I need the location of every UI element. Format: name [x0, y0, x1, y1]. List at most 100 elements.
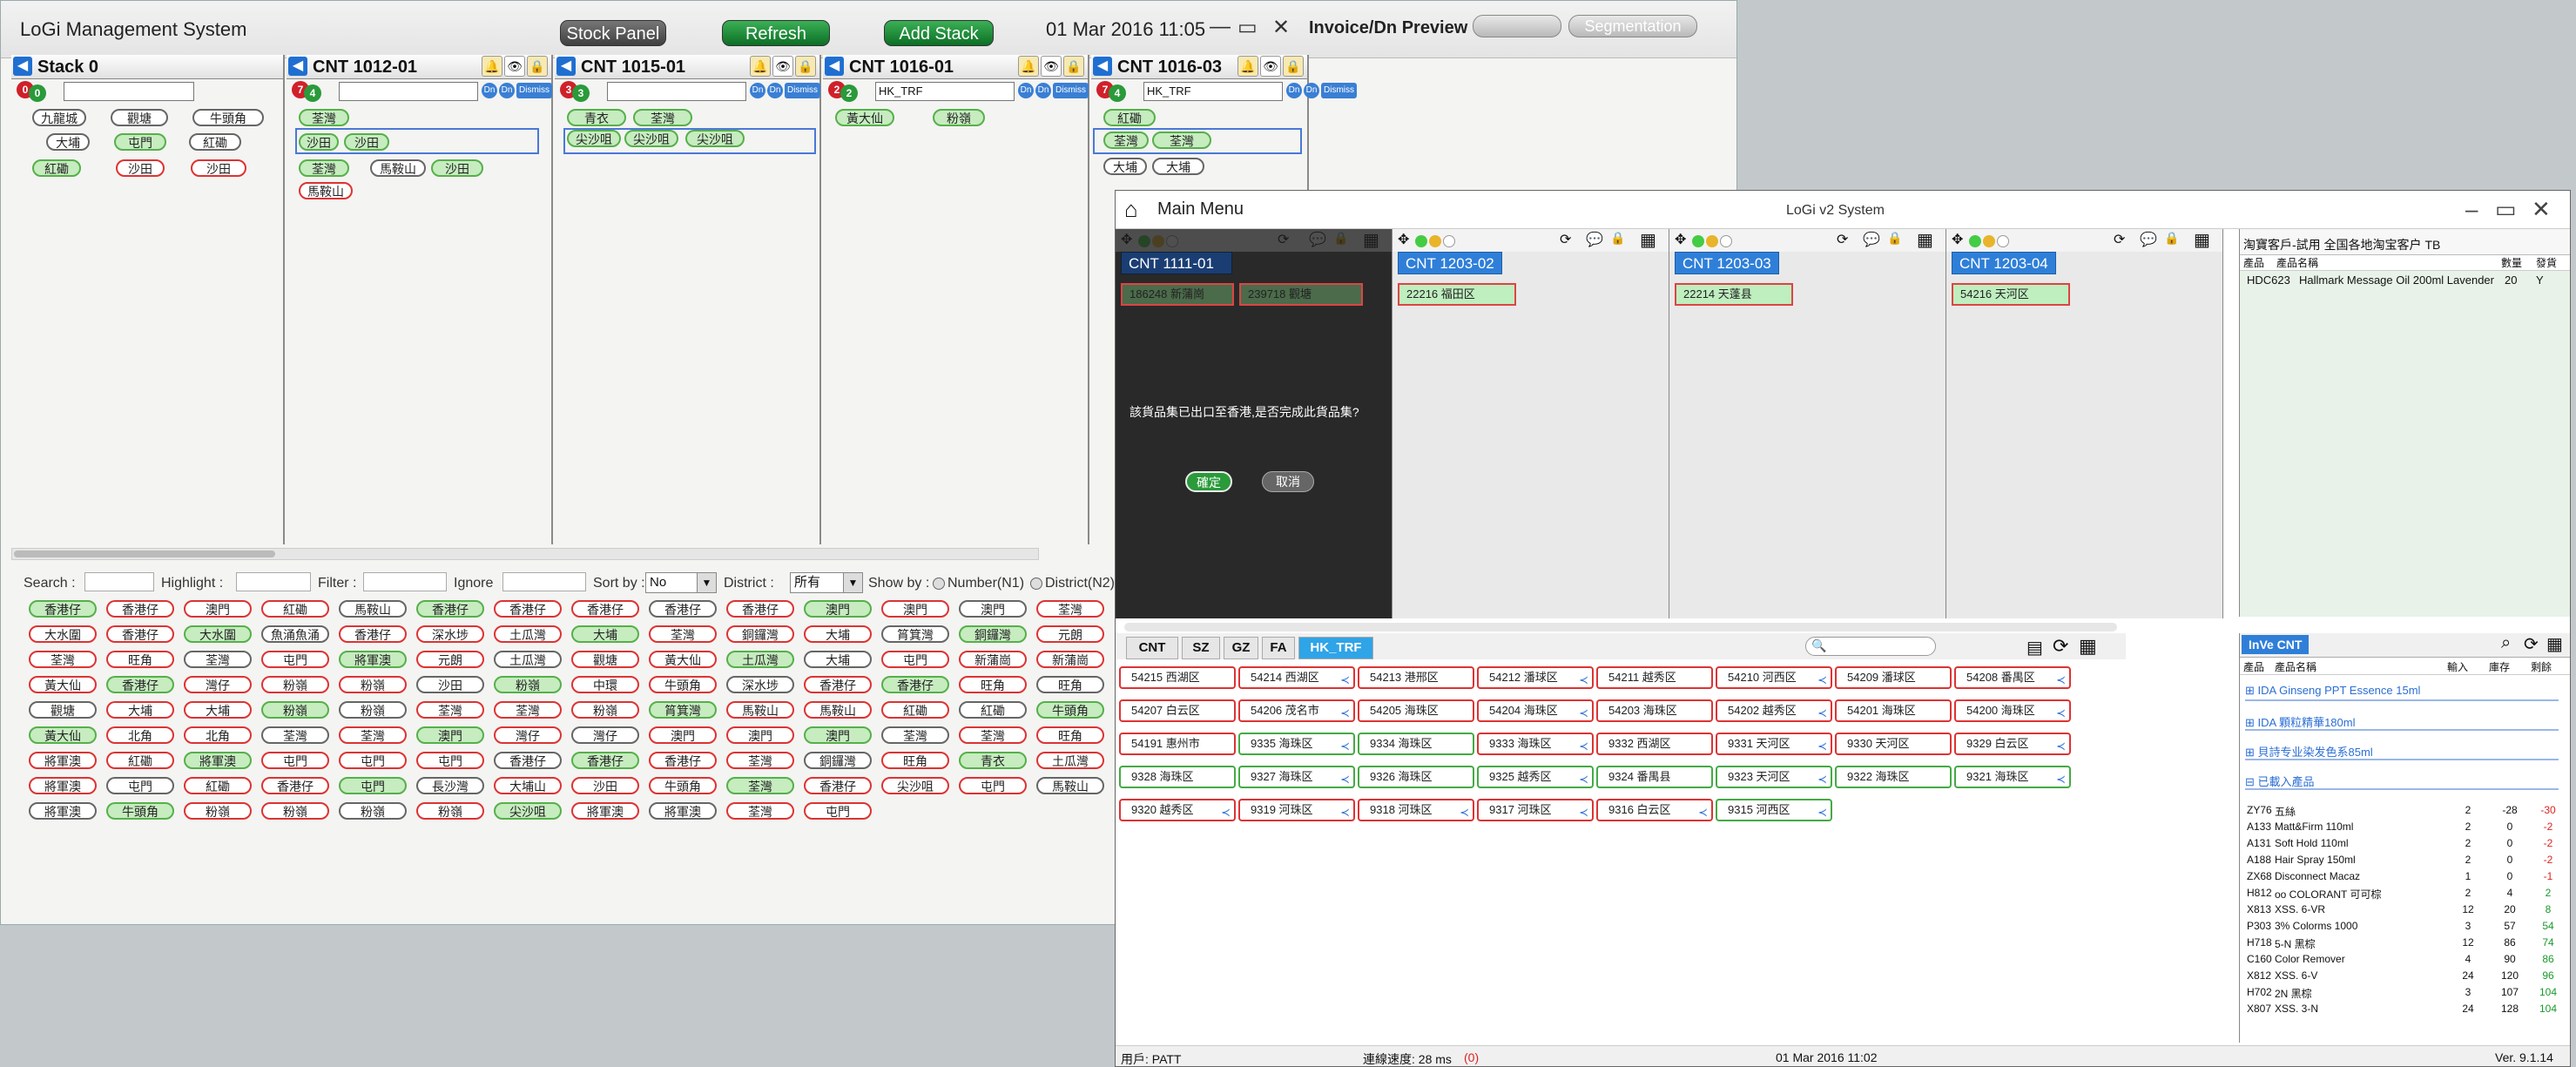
- refresh-icon[interactable]: ⟳: [1560, 231, 1571, 248]
- stack-filter-input[interactable]: HK_TRF: [1143, 82, 1283, 101]
- shipment-chip[interactable]: 屯門: [804, 802, 872, 820]
- shipment-chip[interactable]: 青衣: [959, 752, 1027, 769]
- shipment-chip[interactable]: 紅磡: [881, 701, 949, 719]
- share-icon[interactable]: ≺: [1221, 803, 1231, 822]
- district-cell[interactable]: 54202 越秀区 ≺: [1716, 699, 1832, 722]
- arrow-left-icon[interactable]: ◀: [556, 57, 576, 76]
- shipment-chip[interactable]: 筲箕灣: [881, 625, 949, 643]
- eye-icon[interactable]: 👁: [504, 56, 525, 77]
- stack-chip[interactable]: 九龍城: [32, 109, 86, 126]
- table-row[interactable]: A133 Matt&Firm 110ml 2 0 -2: [2240, 821, 2570, 836]
- product-group[interactable]: ⊞ 貝詩专业染发色系85ml: [2245, 741, 2559, 760]
- district-cell[interactable]: 54215 西湖区: [1119, 666, 1236, 689]
- shipment-chip[interactable]: 屯門: [881, 651, 949, 668]
- bell-icon[interactable]: 🔔: [1237, 56, 1258, 77]
- lock-icon[interactable]: 🔒: [1063, 56, 1084, 77]
- shipment-chip[interactable]: 屯門: [339, 777, 407, 794]
- shipment-chip[interactable]: 紅磡: [261, 600, 329, 618]
- number-radio[interactable]: Number(N1): [933, 576, 1024, 591]
- table-row[interactable]: H718 5-N 黑棕 12 86 74: [2240, 936, 2570, 952]
- district-select[interactable]: 所有 ▼: [790, 572, 863, 593]
- shipment-chip[interactable]: 灣仔: [184, 676, 252, 693]
- table-row[interactable]: X812 XSS. 6-V 24 120 96: [2240, 969, 2570, 985]
- tab-hk-trf[interactable]: HK_TRF: [1298, 637, 1373, 659]
- district-cell[interactable]: 9316 白云区 ≺: [1596, 799, 1713, 821]
- refresh-icon[interactable]: ⟳: [2053, 635, 2068, 658]
- district-cell[interactable]: 9324 番禺县: [1596, 766, 1713, 788]
- shipment-chip[interactable]: 屯門: [106, 777, 174, 794]
- search-input[interactable]: 🔍: [1805, 637, 1936, 656]
- share-icon[interactable]: ≺: [1579, 737, 1588, 756]
- shipment-chip[interactable]: 筲箕灣: [649, 701, 717, 719]
- shipment-chip[interactable]: 屯門: [339, 752, 407, 769]
- stack-chip[interactable]: 紅磡: [32, 159, 81, 177]
- stack-chip[interactable]: 粉嶺: [933, 109, 985, 126]
- district-cell[interactable]: 9317 河珠区 ≺: [1477, 799, 1594, 821]
- table-row[interactable]: A131 Soft Hold 110ml 2 0 -2: [2240, 837, 2570, 853]
- dn-icon[interactable]: Dn: [750, 83, 765, 98]
- shipment-chip[interactable]: 香港仔: [29, 600, 97, 618]
- stack-filter-input[interactable]: [607, 82, 746, 101]
- shipment-chip[interactable]: 旺角: [959, 676, 1027, 693]
- shipment-chip[interactable]: 澳門: [804, 600, 872, 618]
- lock-icon[interactable]: 🔒: [1610, 231, 1625, 246]
- shipment-chip[interactable]: 荃灣: [1036, 600, 1104, 618]
- share-icon[interactable]: ≺: [1579, 770, 1588, 789]
- shipment-chip[interactable]: 新蒲崗: [1036, 651, 1104, 668]
- shipment-chip[interactable]: 粉嶺: [416, 802, 484, 820]
- dn-icon[interactable]: Dn: [1018, 83, 1034, 98]
- shipment-chip[interactable]: 馬鞍山: [339, 600, 407, 618]
- district-cell[interactable]: 9332 西湖区: [1596, 733, 1713, 755]
- ignore-input[interactable]: [502, 572, 586, 591]
- district-cell[interactable]: 9325 越秀区 ≺: [1477, 766, 1594, 788]
- shipment-chip[interactable]: 尖沙咀: [881, 777, 949, 794]
- district-cell[interactable]: 9323 天河区 ≺: [1716, 766, 1832, 788]
- shipment-chip[interactable]: 將軍澳: [649, 802, 717, 820]
- share-icon[interactable]: ≺: [1460, 803, 1469, 822]
- shipment-chip[interactable]: 元朗: [1036, 625, 1104, 643]
- share-icon[interactable]: ≺: [1340, 737, 1350, 756]
- table-row[interactable]: P303 3% Colorms 1000 3 57 54: [2240, 920, 2570, 935]
- shipment-chip[interactable]: 大埔: [571, 625, 639, 643]
- shipment-chip[interactable]: 香港仔: [804, 676, 872, 693]
- shipment-chip[interactable]: 澳門: [881, 600, 949, 618]
- share-icon[interactable]: ≺: [2056, 737, 2066, 756]
- shipment-chip[interactable]: 荃灣: [726, 802, 794, 820]
- shipment-chip[interactable]: 荃灣: [881, 726, 949, 744]
- district-cell[interactable]: 54213 港邢区: [1358, 666, 1474, 689]
- share-icon[interactable]: ≺: [2056, 704, 2066, 723]
- shipment-chip[interactable]: 香港仔: [726, 600, 794, 618]
- share-icon[interactable]: ≺: [1579, 671, 1588, 690]
- district-cell[interactable]: 54205 海珠区: [1358, 699, 1474, 722]
- shipment-chip[interactable]: 馬鞍山: [1036, 777, 1104, 794]
- shipment-chip[interactable]: 牛頭角: [1036, 701, 1104, 719]
- eye-icon[interactable]: 👁: [1041, 56, 1062, 77]
- shipment-chip[interactable]: 荃灣: [726, 752, 794, 769]
- dn-icon[interactable]: Dn: [1035, 83, 1051, 98]
- shipment-chip[interactable]: 旺角: [881, 752, 949, 769]
- shipment-chip[interactable]: 荃灣: [416, 701, 484, 719]
- maximize-icon[interactable]: ▭: [1237, 15, 1258, 40]
- shipment-chip[interactable]: 粉嶺: [339, 676, 407, 693]
- shipment-chip[interactable]: 將軍澳: [29, 777, 97, 794]
- chat-icon[interactable]: 💬: [1586, 231, 1603, 248]
- chat-icon[interactable]: 💬: [2140, 231, 2157, 248]
- invoice-preview-toggle[interactable]: [1473, 15, 1561, 37]
- stack-chip[interactable]: 青衣: [567, 109, 626, 126]
- eye-icon[interactable]: 👁: [772, 56, 793, 77]
- shipment-chip[interactable]: 將軍澳: [339, 651, 407, 668]
- shipment-chip[interactable]: 將軍澳: [184, 752, 252, 769]
- shipment-chip[interactable]: 銅鑼灣: [804, 752, 872, 769]
- refresh-button[interactable]: Refresh: [722, 20, 830, 46]
- district-cell[interactable]: 9319 河珠区 ≺: [1238, 799, 1355, 821]
- district-cell[interactable]: 9328 海珠区: [1119, 766, 1236, 788]
- shipment-chip[interactable]: 牛頭角: [649, 676, 717, 693]
- share-icon[interactable]: ≺: [1817, 770, 1827, 789]
- shipment-chip[interactable]: 中環: [571, 676, 639, 693]
- stack-chip[interactable]: 觀塘: [111, 109, 168, 126]
- shipment-chip[interactable]: 灣仔: [571, 726, 639, 744]
- shipment-chip[interactable]: 荃灣: [184, 651, 252, 668]
- tab-gz[interactable]: GZ: [1224, 637, 1258, 659]
- stack-chip[interactable]: 荃灣: [633, 109, 692, 126]
- shipment-chip[interactable]: 香港仔: [649, 752, 717, 769]
